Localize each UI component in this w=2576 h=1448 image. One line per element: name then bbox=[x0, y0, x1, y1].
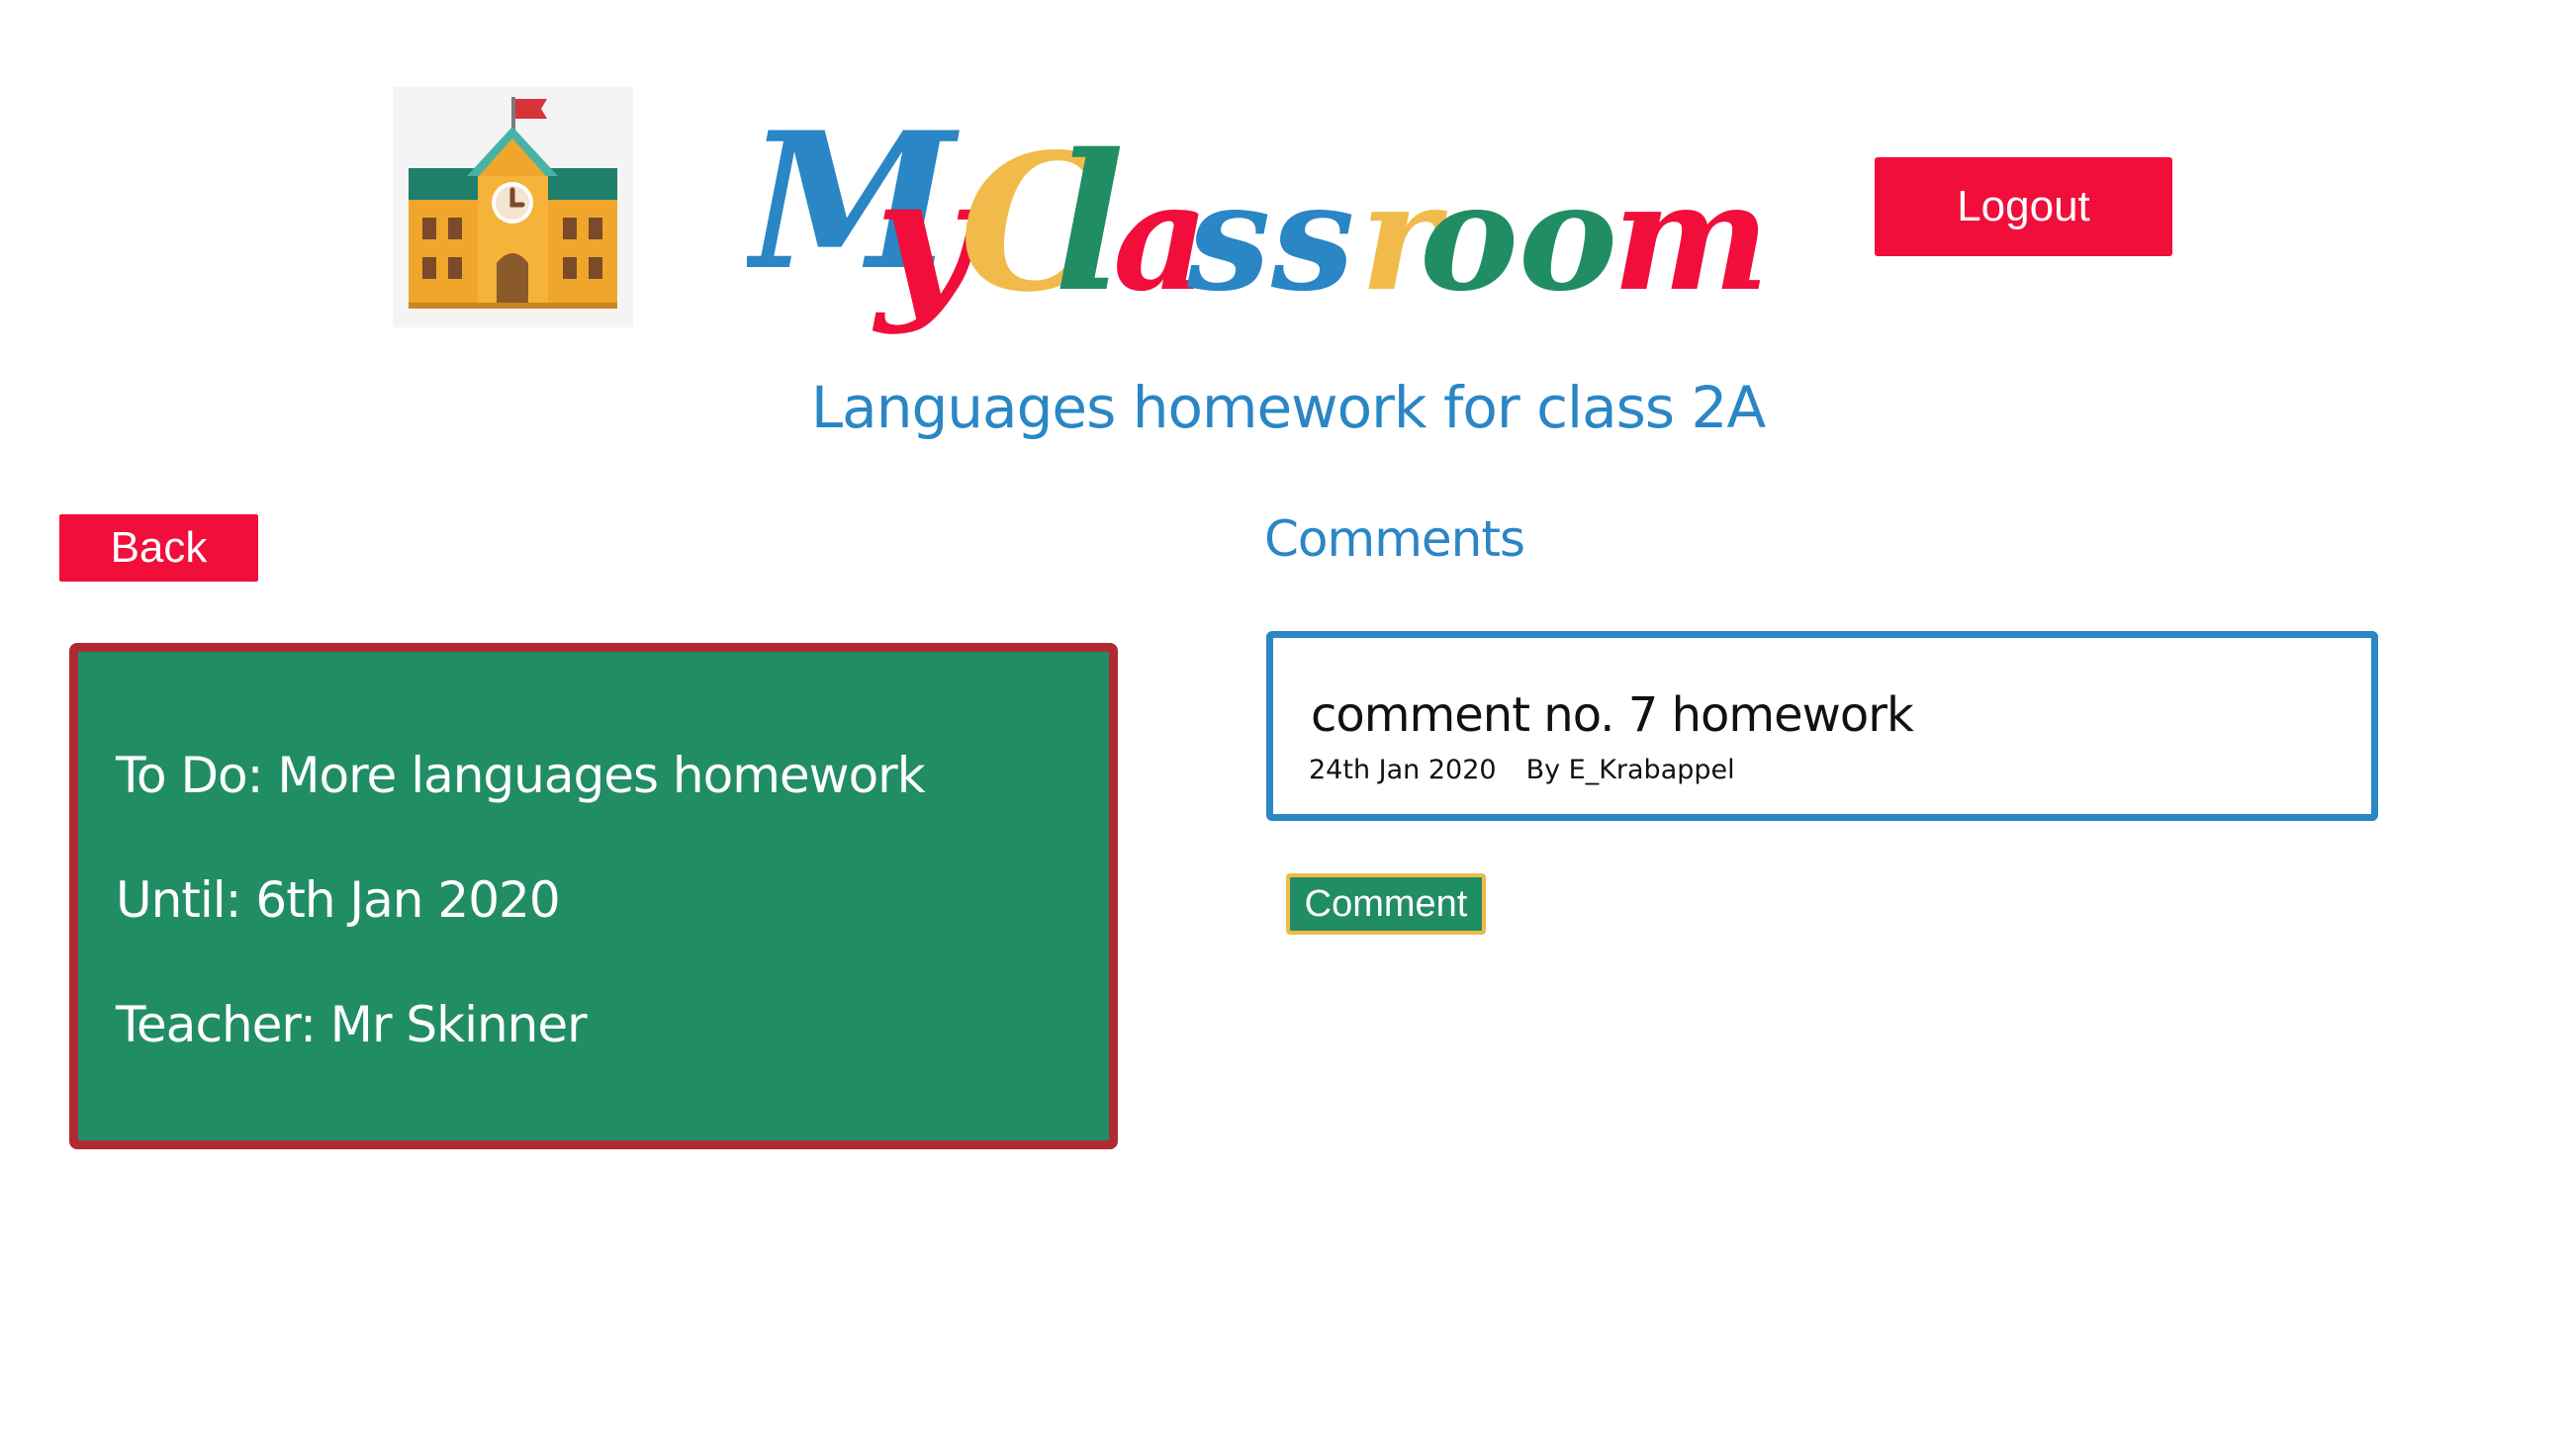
add-comment-button[interactable]: Comment bbox=[1286, 873, 1486, 935]
logout-button[interactable]: Logout bbox=[1875, 157, 2172, 256]
logo-letter: s bbox=[1186, 150, 1270, 324]
school-building-icon bbox=[393, 87, 633, 327]
logo-letter: o bbox=[1420, 150, 1518, 324]
homework-todo: To Do: More languages homework bbox=[116, 747, 926, 804]
comment-item: comment no. 7 homework 24th Jan 2020 By … bbox=[1266, 631, 2378, 821]
comment-date: 24th Jan 2020 bbox=[1309, 755, 1497, 785]
comments-heading: Comments bbox=[1264, 510, 1525, 568]
comment-text: comment no. 7 homework bbox=[1311, 687, 1914, 743]
homework-teacher: Teacher: Mr Skinner bbox=[116, 996, 588, 1053]
logo-letter: s bbox=[1270, 150, 1354, 324]
comment-author: By E_Krabappel bbox=[1525, 755, 1735, 785]
myclassroom-logo: MyClassroom bbox=[747, 119, 1795, 346]
comment-meta: 24th Jan 2020 By E_Krabappel bbox=[1309, 755, 1735, 785]
logo-letter: m bbox=[1612, 150, 1770, 324]
page-title: Languages homework for class 2A bbox=[810, 374, 1766, 441]
homework-card: To Do: More languages homework Until: 6t… bbox=[69, 643, 1118, 1149]
logo-letter: o bbox=[1518, 150, 1617, 324]
back-button[interactable]: Back bbox=[59, 514, 258, 582]
homework-due-date: Until: 6th Jan 2020 bbox=[116, 871, 561, 929]
